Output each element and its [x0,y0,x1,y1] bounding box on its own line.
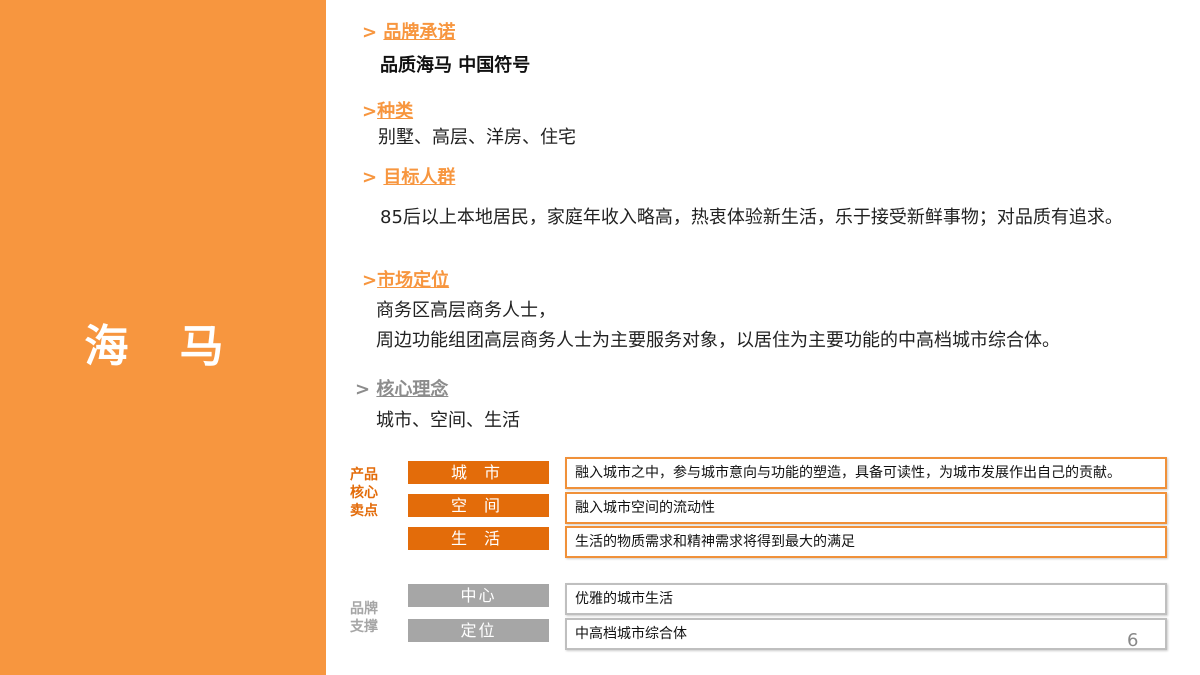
section-core-concept: > 核心理念 [355,375,448,401]
tag-positioning: 定位 [408,619,549,642]
tag-space: 空 间 [408,494,549,517]
selling-point-city: 融入城市之中，参与城市意向与功能的塑造，具备可读性，为城市发展作出自己的贡献。 [565,457,1167,489]
section-target-group: > 目标人群 [362,163,455,189]
category-text: 别墅、高层、洋房、住宅 [378,123,576,149]
tag-center: 中心 [408,584,549,607]
selling-points-label: 产品核心卖点 [350,466,386,520]
brand-promise-text: 品质海马 中国符号 [380,51,530,77]
tag-city: 城 市 [408,461,549,484]
brand-support-label: 品牌支撑 [350,600,386,636]
selling-point-space: 融入城市空间的流动性 [565,492,1167,524]
target-group-text: 85后以上本地居民，家庭年收入略高，热衷体验新生活，乐于接受新鲜事物；对品质有追… [380,206,1170,230]
slide-title: 海 马 [0,310,326,374]
core-concept-text: 城市、空间、生活 [376,406,520,432]
section-brand-promise: > 品牌承诺 [362,18,455,44]
section-category: >种类 [362,97,413,123]
brand-positioning-text: 中高档城市综合体 [565,618,1167,650]
page-number: 6 [1127,630,1138,651]
left-panel: 海 马 [0,0,326,675]
market-position-line-1: 商务区高层商务人士， [376,296,556,322]
brand-center-text: 优雅的城市生活 [565,583,1167,615]
selling-point-life: 生活的物质需求和精神需求将得到最大的满足 [565,526,1167,558]
market-position-line-2: 周边功能组团高层商务人士为主要服务对象，以居住为主要功能的中高档城市综合体。 [376,326,1060,352]
section-market-position: >市场定位 [362,266,449,292]
tag-life: 生 活 [408,527,549,550]
